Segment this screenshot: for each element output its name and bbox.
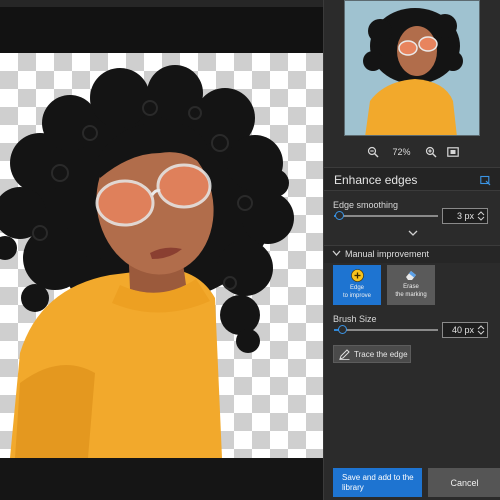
sweater-shadow bbox=[15, 365, 95, 458]
save-to-library-button[interactable]: Save and add to the library bbox=[333, 468, 422, 497]
side-panel: 72% Enhance edges Edge smoothing 3 px Ma… bbox=[323, 0, 500, 500]
manual-improvement-header[interactable]: Manual improvement bbox=[324, 245, 500, 263]
canvas-dark-band bbox=[0, 7, 323, 53]
enhance-edges-title: Enhance edges bbox=[334, 173, 418, 187]
enhance-edges-header: Enhance edges bbox=[324, 167, 500, 191]
edge-to-improve-label: Edge to improve bbox=[342, 285, 371, 299]
zoom-controls: 72% bbox=[324, 140, 500, 164]
edge-smoothing-thumb[interactable] bbox=[334, 211, 344, 220]
canvas-area bbox=[0, 0, 323, 500]
fit-screen-icon[interactable] bbox=[442, 141, 464, 163]
chevron-down-icon[interactable] bbox=[408, 230, 418, 237]
cutout-portrait bbox=[0, 65, 294, 458]
brush-size-thumb[interactable] bbox=[337, 325, 347, 334]
background-removal-editor: 72% Enhance edges Edge smoothing 3 px Ma… bbox=[0, 0, 500, 500]
edge-smoothing-label: Edge smoothing bbox=[333, 200, 399, 210]
trace-edge-label: Trace the edge bbox=[354, 349, 408, 359]
brush-size-track[interactable] bbox=[334, 329, 438, 331]
spinner-arrows-icon[interactable] bbox=[477, 210, 485, 222]
cancel-button[interactable]: Cancel bbox=[428, 468, 500, 497]
chevron-down-icon bbox=[332, 250, 341, 256]
trace-edge-button[interactable]: Trace the edge bbox=[333, 345, 411, 363]
preview-photo bbox=[363, 8, 463, 135]
erase-marking-button[interactable]: Erase the marking bbox=[387, 265, 435, 305]
pencil-icon bbox=[339, 348, 350, 360]
panel-options-icon[interactable] bbox=[480, 173, 491, 191]
transparent-canvas[interactable] bbox=[0, 53, 323, 458]
brush-size-value: 40 px bbox=[451, 325, 474, 335]
erase-marking-label: Erase the marking bbox=[395, 284, 427, 298]
edge-smoothing-value: 3 px bbox=[456, 211, 474, 221]
brush-size-input[interactable]: 40 px bbox=[442, 322, 488, 338]
eraser-icon bbox=[406, 271, 416, 280]
canvas-top-bar bbox=[0, 0, 323, 7]
manual-improvement-title: Manual improvement bbox=[345, 249, 430, 259]
zoom-out-icon[interactable] bbox=[362, 141, 384, 163]
zoom-in-icon[interactable] bbox=[420, 141, 442, 163]
edge-smoothing-input[interactable]: 3 px bbox=[442, 208, 488, 224]
spinner-arrows-icon[interactable] bbox=[477, 324, 485, 336]
canvas-bottom-bar bbox=[0, 458, 323, 500]
zoom-level: 72% bbox=[392, 147, 411, 157]
edge-smoothing-track[interactable] bbox=[334, 215, 438, 217]
preview-thumbnail[interactable] bbox=[344, 0, 480, 136]
plus-circle-icon bbox=[350, 269, 364, 282]
brush-size-label: Brush Size bbox=[333, 314, 377, 324]
edge-to-improve-button[interactable]: Edge to improve bbox=[333, 265, 381, 305]
